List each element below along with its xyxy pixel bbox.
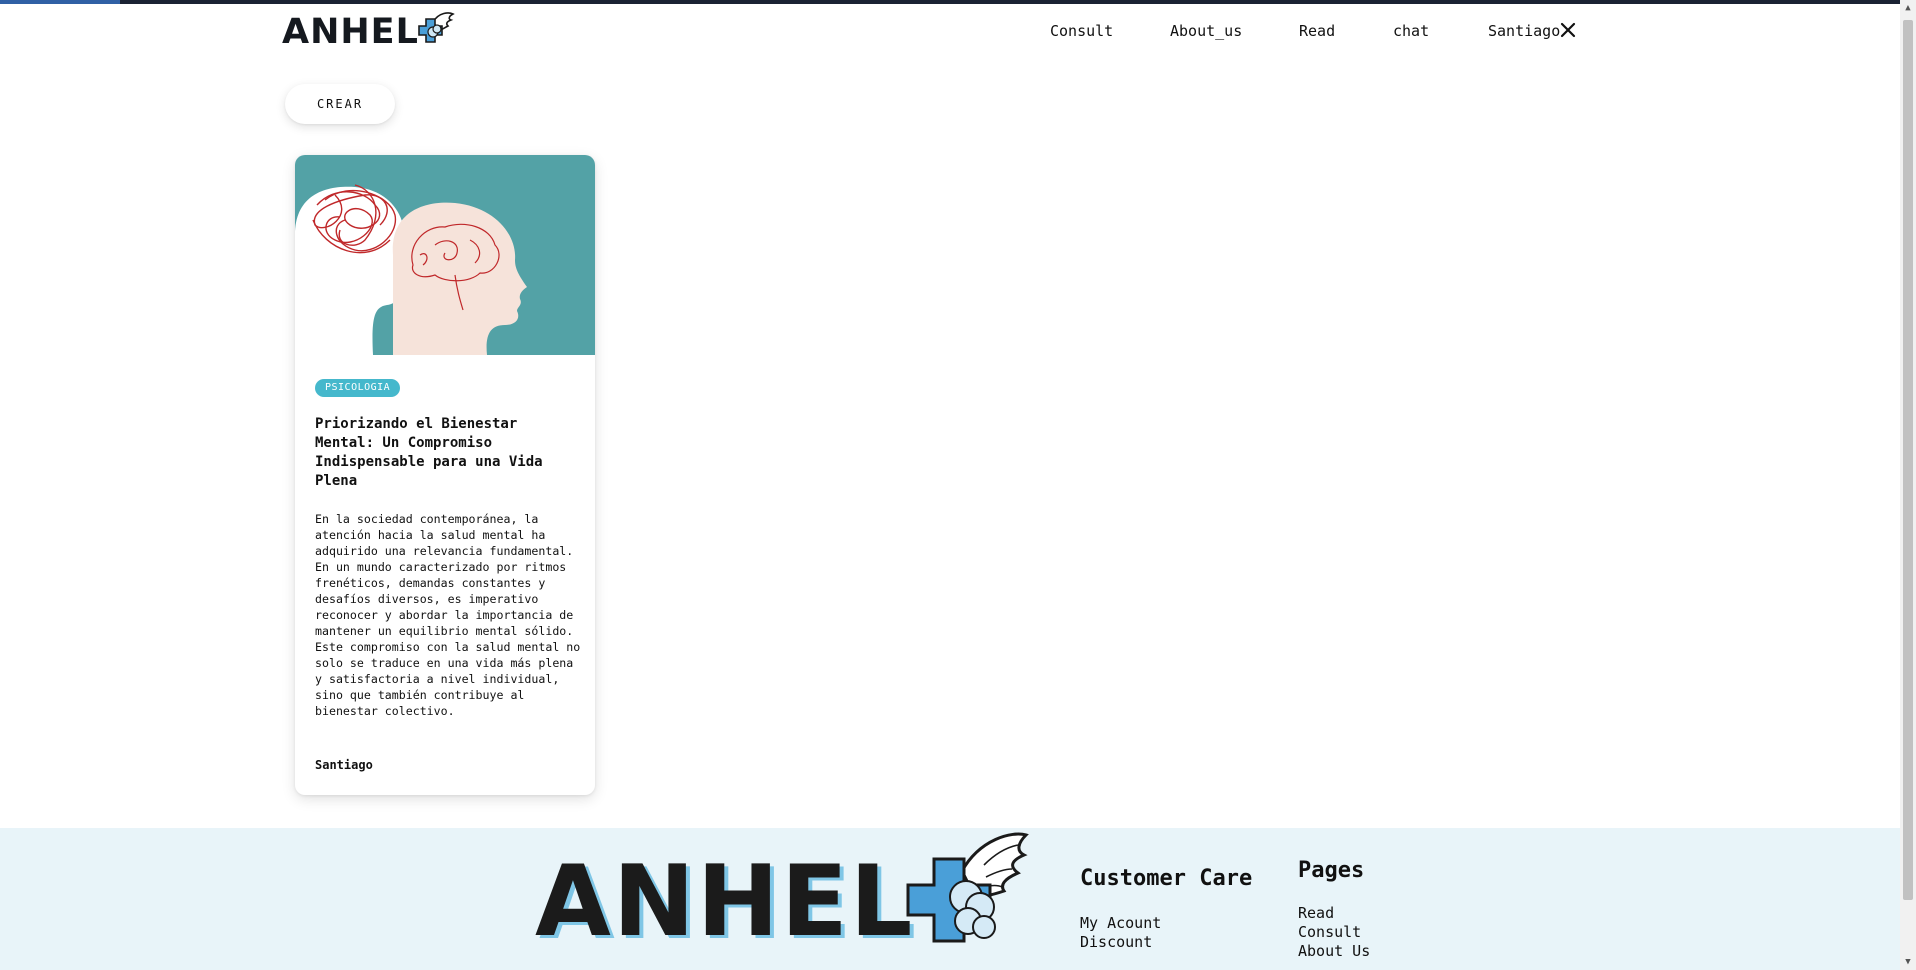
footer-link-read[interactable]: Read	[1298, 904, 1334, 922]
footer-link-my-account[interactable]: My Acount	[1080, 914, 1161, 932]
footer-logo[interactable]: ANHEL	[535, 832, 1030, 970]
footer-winged-cross-brain-icon	[906, 832, 1030, 943]
logout-close-icon[interactable]	[1559, 21, 1577, 39]
scroll-down-arrow-icon[interactable]: ▼	[1900, 954, 1916, 970]
site-footer: ANHEL Customer Care My Acount Discount P…	[0, 828, 1900, 970]
scrollbar-thumb[interactable]	[1903, 20, 1913, 900]
footer-logo-text: ANHEL	[535, 845, 915, 959]
nav-read[interactable]: Read	[1299, 22, 1335, 40]
category-badge[interactable]: PSICOLOGIA	[315, 379, 401, 397]
post-title[interactable]: Priorizando el Bienestar Mental: Un Comp…	[315, 415, 580, 491]
pages-heading: Pages	[1298, 858, 1365, 883]
post-card[interactable]: PSICOLOGIA Priorizando el Bienestar Ment…	[295, 155, 595, 795]
two-heads-brain-illustration	[295, 155, 595, 355]
scroll-up-arrow-icon[interactable]: ▲	[1900, 0, 1916, 16]
post-excerpt: En la sociedad contemporánea, la atenció…	[315, 512, 581, 718]
customer-care-heading: Customer Care	[1080, 866, 1253, 891]
footer-link-consult[interactable]: Consult	[1298, 923, 1361, 941]
footer-link-discount[interactable]: Discount	[1080, 933, 1152, 951]
post-author: Santiago	[315, 758, 373, 772]
nav-consult[interactable]: Consult	[1050, 22, 1113, 40]
top-accent-bar	[0, 0, 1916, 4]
logo-text: ANHEL	[282, 12, 419, 52]
winged-cross-brain-icon	[418, 12, 455, 43]
nav-about-us[interactable]: About_us	[1170, 22, 1242, 40]
nav-chat[interactable]: chat	[1393, 22, 1429, 40]
nav-user-santiago[interactable]: Santiago	[1488, 22, 1560, 40]
header-logo[interactable]: ANHEL	[282, 10, 455, 54]
create-post-button[interactable]: CREAR	[285, 84, 395, 124]
page-scrollbar[interactable]: ▲ ▼	[1900, 0, 1916, 970]
footer-link-about-us[interactable]: About Us	[1298, 942, 1370, 960]
